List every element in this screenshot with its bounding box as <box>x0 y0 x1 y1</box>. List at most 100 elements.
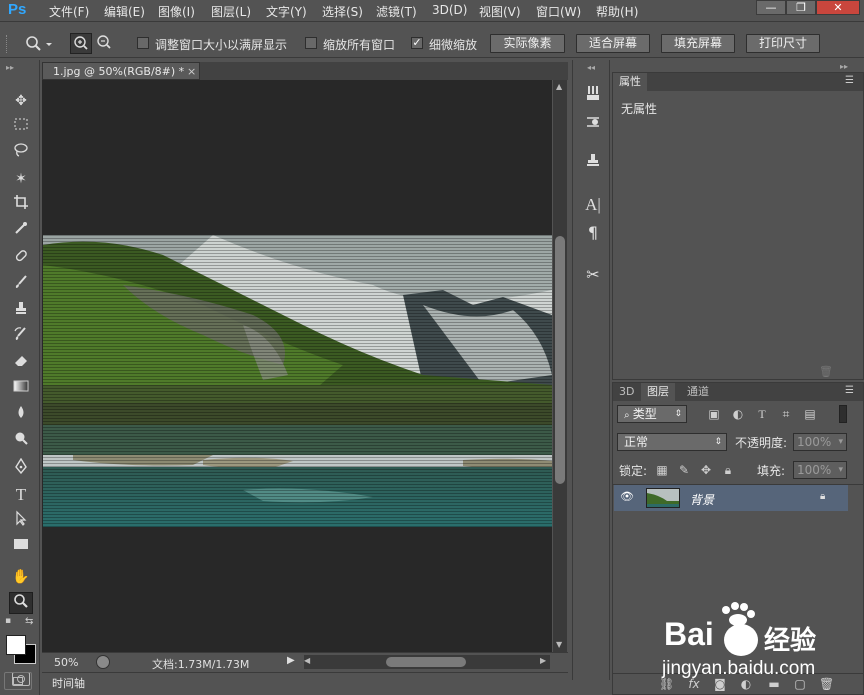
status-menu-arrow-icon[interactable]: ▶ <box>287 655 295 666</box>
zoom-level-field[interactable]: 50% <box>54 656 78 669</box>
clone-source-icon[interactable] <box>582 152 604 174</box>
menu-filter[interactable]: 滤镜(T) <box>376 3 417 20</box>
zoom-tool-icon[interactable] <box>9 592 33 614</box>
fit-screen-button[interactable]: 适合屏幕 <box>576 34 650 53</box>
opacity-field[interactable]: 100% ▾ <box>793 433 847 451</box>
eraser-tool-icon[interactable] <box>9 352 33 374</box>
type-tool-icon[interactable]: T <box>9 484 33 506</box>
gradient-tool-icon[interactable] <box>9 378 33 400</box>
properties-menu-icon[interactable]: ☰ <box>845 75 854 86</box>
brush-tool-icon[interactable] <box>9 274 33 296</box>
tab-3d[interactable]: 3D <box>613 383 641 401</box>
close-document-icon[interactable]: × <box>187 63 196 81</box>
horizontal-scrollbar[interactable]: ◀ ▶ <box>304 655 550 669</box>
filter-smart-object-icon[interactable]: ▤ <box>803 407 817 421</box>
healing-brush-icon[interactable] <box>9 248 33 270</box>
layers-menu-icon[interactable]: ☰ <box>845 385 854 396</box>
scroll-up-icon[interactable]: ▲ <box>556 82 562 91</box>
filter-shape-icon[interactable]: ⌗ <box>779 407 793 421</box>
lock-image-icon[interactable]: ✎ <box>677 463 691 477</box>
filter-adjustment-icon[interactable]: ◐ <box>731 407 745 421</box>
screen-mode-icon[interactable] <box>4 672 32 690</box>
document-image[interactable] <box>43 235 552 527</box>
options-bar: 调整窗口大小以满屏显示 缩放所有窗口 ✓ 细微缩放 实际像素 适合屏幕 填充屏幕… <box>0 30 864 58</box>
vertical-scroll-thumb[interactable] <box>555 236 565 484</box>
actual-pixels-button[interactable]: 实际像素 <box>490 34 565 53</box>
grip-handle[interactable] <box>6 35 9 53</box>
scroll-down-icon[interactable]: ▼ <box>556 640 562 649</box>
zoom-tool-preset-icon[interactable] <box>24 34 58 54</box>
default-colors-icon[interactable]: ▪ <box>5 616 15 626</box>
paragraph-panel-icon[interactable]: ¶ <box>582 222 604 244</box>
close-button[interactable]: ✕ <box>816 0 860 15</box>
hand-tool-icon[interactable]: ✋ <box>9 566 33 588</box>
character-panel-icon[interactable]: A| <box>582 194 604 216</box>
layer-filter-select[interactable]: ⌕ 类型 ⇕ <box>617 405 687 423</box>
fill-field[interactable]: 100% ▾ <box>793 461 847 479</box>
brush-presets-icon[interactable] <box>582 84 604 106</box>
pen-tool-icon[interactable] <box>9 457 33 480</box>
zoom-out-icon[interactable] <box>94 33 116 54</box>
timeline-panel-tab[interactable]: 时间轴 <box>42 672 568 692</box>
collapse-right-panels-icon[interactable]: ▸▸ <box>840 62 848 71</box>
zoom-all-checkbox[interactable] <box>305 37 317 49</box>
dodge-tool-icon[interactable] <box>9 430 33 452</box>
blur-tool-icon[interactable] <box>9 404 33 426</box>
marquee-tool-icon[interactable] <box>9 116 33 138</box>
magic-wand-icon[interactable]: ✶ <box>9 168 33 190</box>
crop-tool-icon[interactable] <box>9 194 33 216</box>
scroll-left-icon[interactable]: ◀ <box>304 656 310 665</box>
horizontal-scroll-thumb[interactable] <box>386 657 466 667</box>
opacity-value: 100% <box>797 435 832 449</box>
filter-toggle-switch[interactable] <box>839 405 847 423</box>
minimize-button[interactable]: — <box>756 0 786 15</box>
menu-3d[interactable]: 3D(D) <box>432 3 467 17</box>
tab-properties[interactable]: 属性 <box>613 73 647 91</box>
eye-visibility-icon[interactable]: 👁︎ <box>620 491 634 502</box>
filter-type-icon[interactable]: T <box>755 407 769 421</box>
clone-stamp-icon[interactable] <box>9 300 33 322</box>
menu-type[interactable]: 文字(Y) <box>266 3 307 20</box>
filter-pixel-icon[interactable]: ▣ <box>707 407 721 421</box>
scrubby-zoom-checkbox[interactable]: ✓ <box>411 37 423 49</box>
collapse-toolbar-icon[interactable]: ▸▸ <box>6 63 14 72</box>
restore-button[interactable]: ❐ <box>786 0 816 15</box>
lock-position-icon[interactable]: ✥ <box>699 463 713 477</box>
properties-panel: 属性 ☰ 无属性 🗑 <box>612 72 864 380</box>
zoom-in-icon[interactable] <box>70 33 92 54</box>
blend-mode-select[interactable]: 正常 ⇕ <box>617 433 727 451</box>
menu-window[interactable]: 窗口(W) <box>536 3 581 20</box>
lasso-tool-icon[interactable] <box>9 142 33 164</box>
menu-help[interactable]: 帮助(H) <box>596 3 638 20</box>
scroll-right-icon[interactable]: ▶ <box>540 656 546 665</box>
tab-channels[interactable]: 通道 <box>681 383 715 401</box>
fill-screen-button[interactable]: 填充屏幕 <box>661 34 735 53</box>
path-selection-icon[interactable] <box>9 510 33 532</box>
document-size-info: 文档:1.73M/1.73M <box>152 658 250 671</box>
swap-colors-icon[interactable]: ⇆ <box>25 616 33 627</box>
menu-edit[interactable]: 编辑(E) <box>104 3 145 20</box>
menu-image[interactable]: 图像(I) <box>158 3 195 20</box>
filter-search-icon: ⌕ <box>624 410 633 421</box>
history-brush-icon[interactable] <box>9 326 33 348</box>
menu-layer[interactable]: 图层(L) <box>211 3 251 20</box>
lock-all-icon[interactable]: 🔒︎ <box>721 463 735 477</box>
tab-layers[interactable]: 图层 <box>641 383 675 401</box>
lock-transparent-icon[interactable]: ▦ <box>655 463 669 477</box>
menu-file[interactable]: 文件(F) <box>49 3 89 20</box>
fill-label: 填充: <box>757 464 786 478</box>
eyedropper-icon[interactable] <box>9 220 33 242</box>
print-size-button[interactable]: 打印尺寸 <box>746 34 820 53</box>
brush-panel-icon[interactable] <box>582 114 604 136</box>
rectangle-tool-icon[interactable] <box>9 536 33 558</box>
resize-windows-checkbox[interactable] <box>137 37 149 49</box>
foreground-color-swatch[interactable] <box>6 635 26 655</box>
layer-row-background[interactable]: 👁︎ 背景 🔒︎ <box>614 485 848 511</box>
expand-dock-icon[interactable]: ◂◂ <box>587 63 595 72</box>
move-tool-icon[interactable]: ✥ <box>9 90 33 112</box>
document-tab[interactable]: 1.jpg @ 50%(RGB/8#) * × <box>42 62 200 80</box>
status-info-icon[interactable] <box>96 655 110 669</box>
menu-view[interactable]: 视图(V) <box>479 3 521 20</box>
tool-presets-icon[interactable]: ✂ <box>582 264 604 286</box>
menu-select[interactable]: 选择(S) <box>322 3 363 20</box>
